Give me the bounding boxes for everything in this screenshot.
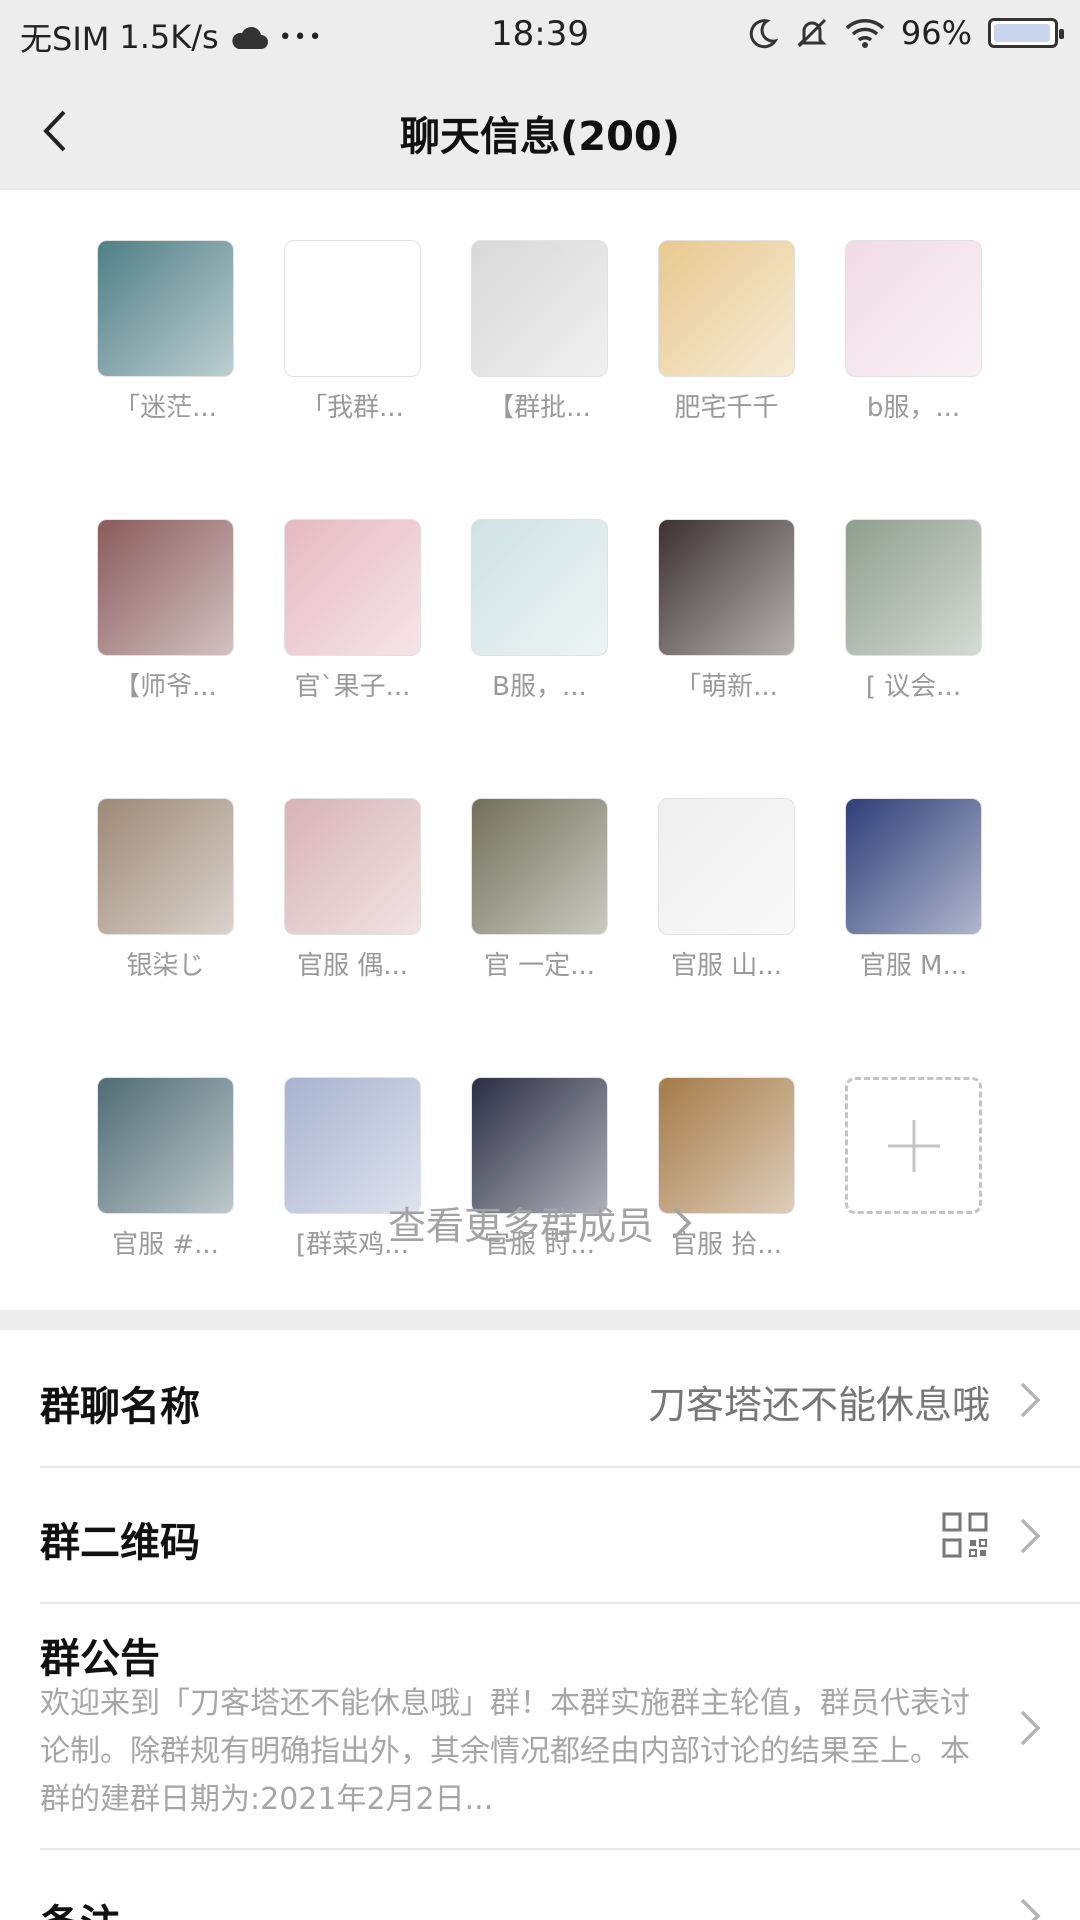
avatar [845, 519, 982, 656]
member-item[interactable]: [ 议会... [845, 519, 982, 703]
member-item[interactable]: 「我群... [284, 240, 421, 424]
member-name: 官服 偶... [296, 951, 409, 981]
group-name-row[interactable]: 群聊名称 刀客塔还不能休息哦 [40, 1330, 1080, 1468]
group-notice-label: 群公告 [40, 1636, 160, 1682]
avatar [284, 240, 421, 377]
group-notice-text: 欢迎来到「刀客塔还不能休息哦」群！本群实施群主轮值，群员代表讨论制。除群规有明确… [40, 1686, 970, 1817]
avatar [658, 1077, 795, 1214]
qr-code-icon [942, 1512, 988, 1558]
member-name: 【师爷... [114, 672, 217, 702]
member-item[interactable]: 银柒じ [97, 798, 234, 982]
member-item[interactable]: 「迷茫... [97, 240, 234, 424]
member-name: 肥宅千千 [674, 393, 779, 423]
qr-code-label: 群二维码 [40, 1520, 200, 1566]
member-item[interactable]: 官`果子... [284, 519, 421, 703]
avatar [471, 1077, 608, 1214]
view-more-members-button[interactable]: 查看更多群成员 [0, 1195, 1080, 1250]
chevron-right-icon [1020, 1518, 1041, 1554]
group-name-label: 群聊名称 [40, 1384, 200, 1430]
status-right: 96% [747, 14, 1064, 52]
member-item[interactable]: b服，... [845, 240, 982, 424]
mute-bell-icon [797, 18, 827, 48]
avatar [97, 1077, 234, 1214]
member-name: 官服 M... [859, 951, 968, 981]
member-item[interactable]: 官服 山... [658, 798, 795, 982]
member-name: 「迷茫... [114, 393, 217, 423]
avatar [97, 798, 234, 935]
chevron-right-icon [1020, 1898, 1041, 1920]
avatar [845, 240, 982, 377]
moon-icon [749, 19, 779, 49]
avatar [284, 519, 421, 656]
avatar [658, 240, 795, 377]
member-item[interactable]: 官服 M... [845, 798, 982, 982]
avatar [284, 798, 421, 935]
qr-code-row[interactable]: 群二维码 [40, 1468, 1080, 1604]
member-name: 官服 山... [670, 951, 783, 981]
member-item[interactable]: 【师爷... [97, 519, 234, 703]
remark-row[interactable]: 备注 [40, 1850, 1080, 1920]
chevron-right-icon [1020, 1710, 1041, 1746]
member-item[interactable]: 官 一定... [471, 798, 608, 982]
member-name: 官`果子... [294, 672, 411, 702]
member-name: b服，... [866, 393, 961, 423]
group-notice-row[interactable]: 群公告 欢迎来到「刀客塔还不能休息哦」群！本群实施群主轮值，群员代表讨论制。除群… [40, 1604, 1080, 1850]
avatar [471, 798, 608, 935]
members-section: 「迷茫... 「我群... 【群批... 肥宅千千 b服，... 【师爷... 官`果子..… [0, 190, 1080, 1310]
avatar [658, 519, 795, 656]
view-more-label: 查看更多群成员 [387, 1204, 654, 1248]
avatar [284, 1077, 421, 1214]
page-title: 聊天信息(200) [399, 114, 681, 160]
member-name: [ 议会... [865, 672, 962, 702]
member-name: 【群批... [488, 393, 591, 423]
wifi-icon [845, 19, 885, 48]
member-item[interactable]: 官服 偶... [284, 798, 421, 982]
member-name: 官 一定... [483, 951, 596, 981]
avatar [97, 519, 234, 656]
avatar [845, 798, 982, 935]
group-name-value: 刀客塔还不能休息哦 [647, 1383, 990, 1427]
member-item[interactable]: B服，... [471, 519, 608, 703]
settings-list: 群聊名称 刀客塔还不能休息哦 群二维码 群公告 欢迎来到「刀客塔还不能休息哦」群… [0, 1330, 1080, 1920]
avatar [658, 798, 795, 935]
member-name: B服，... [492, 672, 587, 702]
navigation-bar: 聊天信息(200) [0, 72, 1080, 190]
member-name: 「我群... [301, 393, 404, 423]
section-divider [0, 1310, 1080, 1330]
plus-icon [887, 1119, 940, 1172]
status-bar: 无SIM 1.5K/s ••• 18:39 96% [0, 0, 1080, 72]
chevron-right-icon [673, 1207, 692, 1238]
remark-label: 备注 [40, 1892, 120, 1920]
member-item[interactable]: 「萌新... [658, 519, 795, 703]
chevron-right-icon [1020, 1382, 1041, 1418]
avatar [471, 519, 608, 656]
member-name: 「萌新... [675, 672, 778, 702]
avatar [471, 240, 608, 377]
add-member-tile [845, 1077, 982, 1214]
avatar [97, 240, 234, 377]
member-item[interactable]: 【群批... [471, 240, 608, 424]
member-name: 银柒じ [126, 951, 205, 981]
member-grid: 「迷茫... 「我群... 【群批... 肥宅千千 b服，... 【师爷... 官`果子..… [97, 240, 983, 1261]
battery-icon [988, 18, 1064, 48]
battery-percent: 96% [900, 14, 972, 52]
member-item[interactable]: 肥宅千千 [658, 240, 795, 424]
